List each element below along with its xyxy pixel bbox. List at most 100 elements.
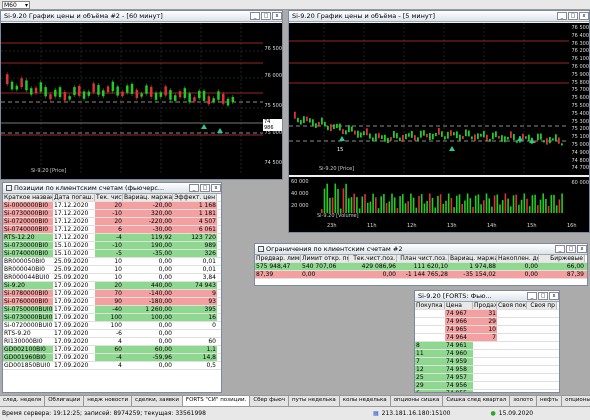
table-row[interactable]: BR000050BI0 25.09.2020 10 0,00 0,01 <box>3 258 221 266</box>
table-row[interactable]: GD002100BI0 17.09.2020 60 60,00 1,1 <box>3 346 221 354</box>
y-tick: 75 300 <box>571 118 590 125</box>
tab-8[interactable]: опционы сишка <box>391 396 444 406</box>
table-row[interactable]: Si-0780000BI0 17.09.2020 70 -140,00 9 <box>3 290 221 298</box>
table-row[interactable]: RTS-9.20 17.09.2020 -6 0,00 <box>3 330 221 338</box>
window-title: Позиции по клиентским счетам (фьючерс... <box>14 184 165 192</box>
table-row[interactable]: Si-0750000BUI0 17.09.2020 -40 1 260,00 395 <box>3 306 221 314</box>
table-row[interactable]: Si-0730000BI0 15.10.2020 -10 190,00 989 <box>3 242 221 250</box>
ask-row[interactable]: 74 966 29 <box>415 318 559 326</box>
price-chart-60min[interactable]: Si-9.20 [Price] <box>1 23 263 179</box>
cell: 20 <box>95 282 123 289</box>
bid-row[interactable]: 12 74 958 <box>415 366 559 374</box>
close-icon[interactable]: x <box>577 245 587 253</box>
tab-12[interactable]: опционы ртс <box>562 396 590 406</box>
cell: -20,00 <box>123 202 173 209</box>
table-row[interactable]: Si-0740000BI0 15.10.2020 -5 -35,00 326 <box>3 250 221 258</box>
tab-6[interactable]: путы неделька <box>289 396 340 406</box>
volume-bar <box>445 200 447 213</box>
candle <box>393 131 395 138</box>
maximize-icon[interactable]: □ <box>261 12 271 20</box>
price-chart-5min[interactable]: 15 Si-9.20 [Price] <box>289 23 569 175</box>
candle <box>426 133 428 138</box>
table-row[interactable]: Si-0000000BI0 17.12.2020 20 -20,00 1 168 <box>3 202 221 210</box>
close-icon[interactable]: x <box>211 184 221 192</box>
table-header[interactable]: Краткое названиеДата погаш.Тек. чист.Вар… <box>3 194 221 202</box>
bid-row[interactable]: 25 74 957 <box>415 374 559 382</box>
cell: 74 958 <box>445 366 473 373</box>
table-row[interactable]: 87,39 0,00 0,00 -1 144 765,28 -35 154,02 0,00… <box>255 271 587 279</box>
bid-row[interactable]: 674 955 <box>415 390 559 392</box>
table-row[interactable]: GD001960BI0 17.09.2020 -4 -59,96 14,8 <box>3 354 221 362</box>
table-header[interactable]: Предвар. лимитЛимит откр. поз.Тек.чист.п… <box>255 255 587 263</box>
minimize-icon[interactable]: _ <box>555 245 565 253</box>
table-row[interactable]: Si-9.20 17.09.2020 20 440,00 74 943 <box>3 282 221 290</box>
volume-bar <box>439 194 442 213</box>
bid-row[interactable]: 7 74 959 <box>415 358 559 366</box>
timeframe-select[interactable]: M60 ▾ <box>2 1 30 9</box>
table-row[interactable]: Si-0720000BUI0 17.09.2020 100 0,00 0 <box>3 322 221 330</box>
tab-1[interactable]: Облигации <box>45 396 85 406</box>
maximize-icon[interactable]: □ <box>566 245 576 253</box>
candle <box>546 138 548 145</box>
table-row[interactable]: RTS-12.20 17.12.2020 -4 119,92 123 720 <box>3 234 221 242</box>
candle <box>387 137 389 144</box>
close-icon[interactable]: x <box>272 12 282 20</box>
bid-row[interactable]: 11 74 960 <box>415 350 559 358</box>
tab-0[interactable]: след. неделя <box>0 396 46 406</box>
bid-row[interactable]: 29 74 956 <box>415 382 559 390</box>
tab-7[interactable]: колы неделька <box>340 396 391 406</box>
tab-9[interactable]: Сишка след квартал <box>443 396 511 406</box>
cell: 10 <box>114 266 122 273</box>
limits-table[interactable]: Предвар. лимитЛимит откр. поз.Тек.чист.п… <box>255 255 587 279</box>
cell: Si-0730000BUI0 <box>3 314 53 321</box>
table-row[interactable]: RI130000BI0 17.09.2020 4 0,00 60 <box>3 338 221 346</box>
cell: 66,00 <box>566 263 584 270</box>
tab-4[interactable]: FORTS "СИ" позиции. <box>182 396 251 406</box>
y-tick: 74 800 <box>571 157 590 164</box>
minimize-icon[interactable]: _ <box>557 12 567 20</box>
tab-2[interactable]: недж новости <box>84 396 133 406</box>
ask-row[interactable]: 74 965 10 <box>415 326 559 334</box>
table-row[interactable]: Si-0760000BI0 17.09.2020 90 -180,00 93 <box>3 298 221 306</box>
minimize-icon[interactable]: _ <box>189 184 199 192</box>
table-row[interactable]: Si-0730000BI0 17.12.2020 -10 320,00 1 181 <box>3 210 221 218</box>
volume-chart[interactable]: 60 000 40 000 20 000 Si-9.20 [Volume] <box>289 177 569 221</box>
candle <box>306 116 308 122</box>
maximize-icon[interactable]: □ <box>568 12 578 20</box>
cell: 25.09.2020 <box>54 266 89 273</box>
table-row[interactable]: Si-0740000BI0 17.12.2020 6 -30,00 6 061 <box>3 226 221 234</box>
tab-11[interactable]: нефть <box>537 396 563 406</box>
bid-row[interactable]: 8 74 961 <box>415 342 559 350</box>
volume-bar <box>472 206 474 213</box>
tab-10[interactable]: золото <box>510 396 537 406</box>
positions-table[interactable]: Краткое названиеДата погаш.Тек. чист.Вар… <box>3 194 221 370</box>
minimize-icon[interactable]: _ <box>527 292 537 300</box>
cell: 14,8 <box>173 354 217 361</box>
candle <box>169 90 172 100</box>
ask-row[interactable]: 74 967 31 <box>415 310 559 318</box>
table-row[interactable]: GD001850BUI0 17.09.2020 4 0,00 0,5 <box>3 362 221 370</box>
maximize-icon[interactable]: □ <box>538 292 548 300</box>
volume-bar <box>329 197 331 213</box>
table-row[interactable]: BR000044BUI0 25.09.2020 10 0,00 3,84 <box>3 274 221 282</box>
volume-bar <box>399 196 401 213</box>
table-row[interactable]: 575 948,47 540 707,06 429 086,96 111 620,10… <box>255 263 587 271</box>
tab-5[interactable]: Сбер фьюч <box>250 396 289 406</box>
table-row[interactable]: BR000040BI0 25.09.2020 10 0,00 0,01 <box>3 266 221 274</box>
candle <box>111 81 115 92</box>
table-row[interactable]: Si-0720000BI0 17.12.2020 20 -220,00 4 507 <box>3 218 221 226</box>
minimize-icon[interactable]: _ <box>250 12 260 20</box>
maximize-icon[interactable]: □ <box>200 184 210 192</box>
table-row[interactable]: Si-0730000BUI0 17.09.2020 100 100,00 16 <box>3 314 221 322</box>
candle <box>423 130 425 136</box>
close-icon[interactable]: x <box>579 12 589 20</box>
ask-row[interactable]: 74 964 7 <box>415 334 559 342</box>
tab-3[interactable]: сделки, заявки <box>132 396 183 406</box>
table-header[interactable]: ПокупкаЦенаПродажаСвоя покСвоя пр <box>415 302 559 310</box>
candle <box>456 131 458 139</box>
cell: Биржевые <box>539 255 585 262</box>
cell: 74 967 <box>445 310 473 317</box>
cell: 29 <box>415 382 445 389</box>
orderbook-table[interactable]: ПокупкаЦенаПродажаСвоя покСвоя пр74 9673… <box>415 302 559 392</box>
close-icon[interactable]: x <box>549 292 559 300</box>
